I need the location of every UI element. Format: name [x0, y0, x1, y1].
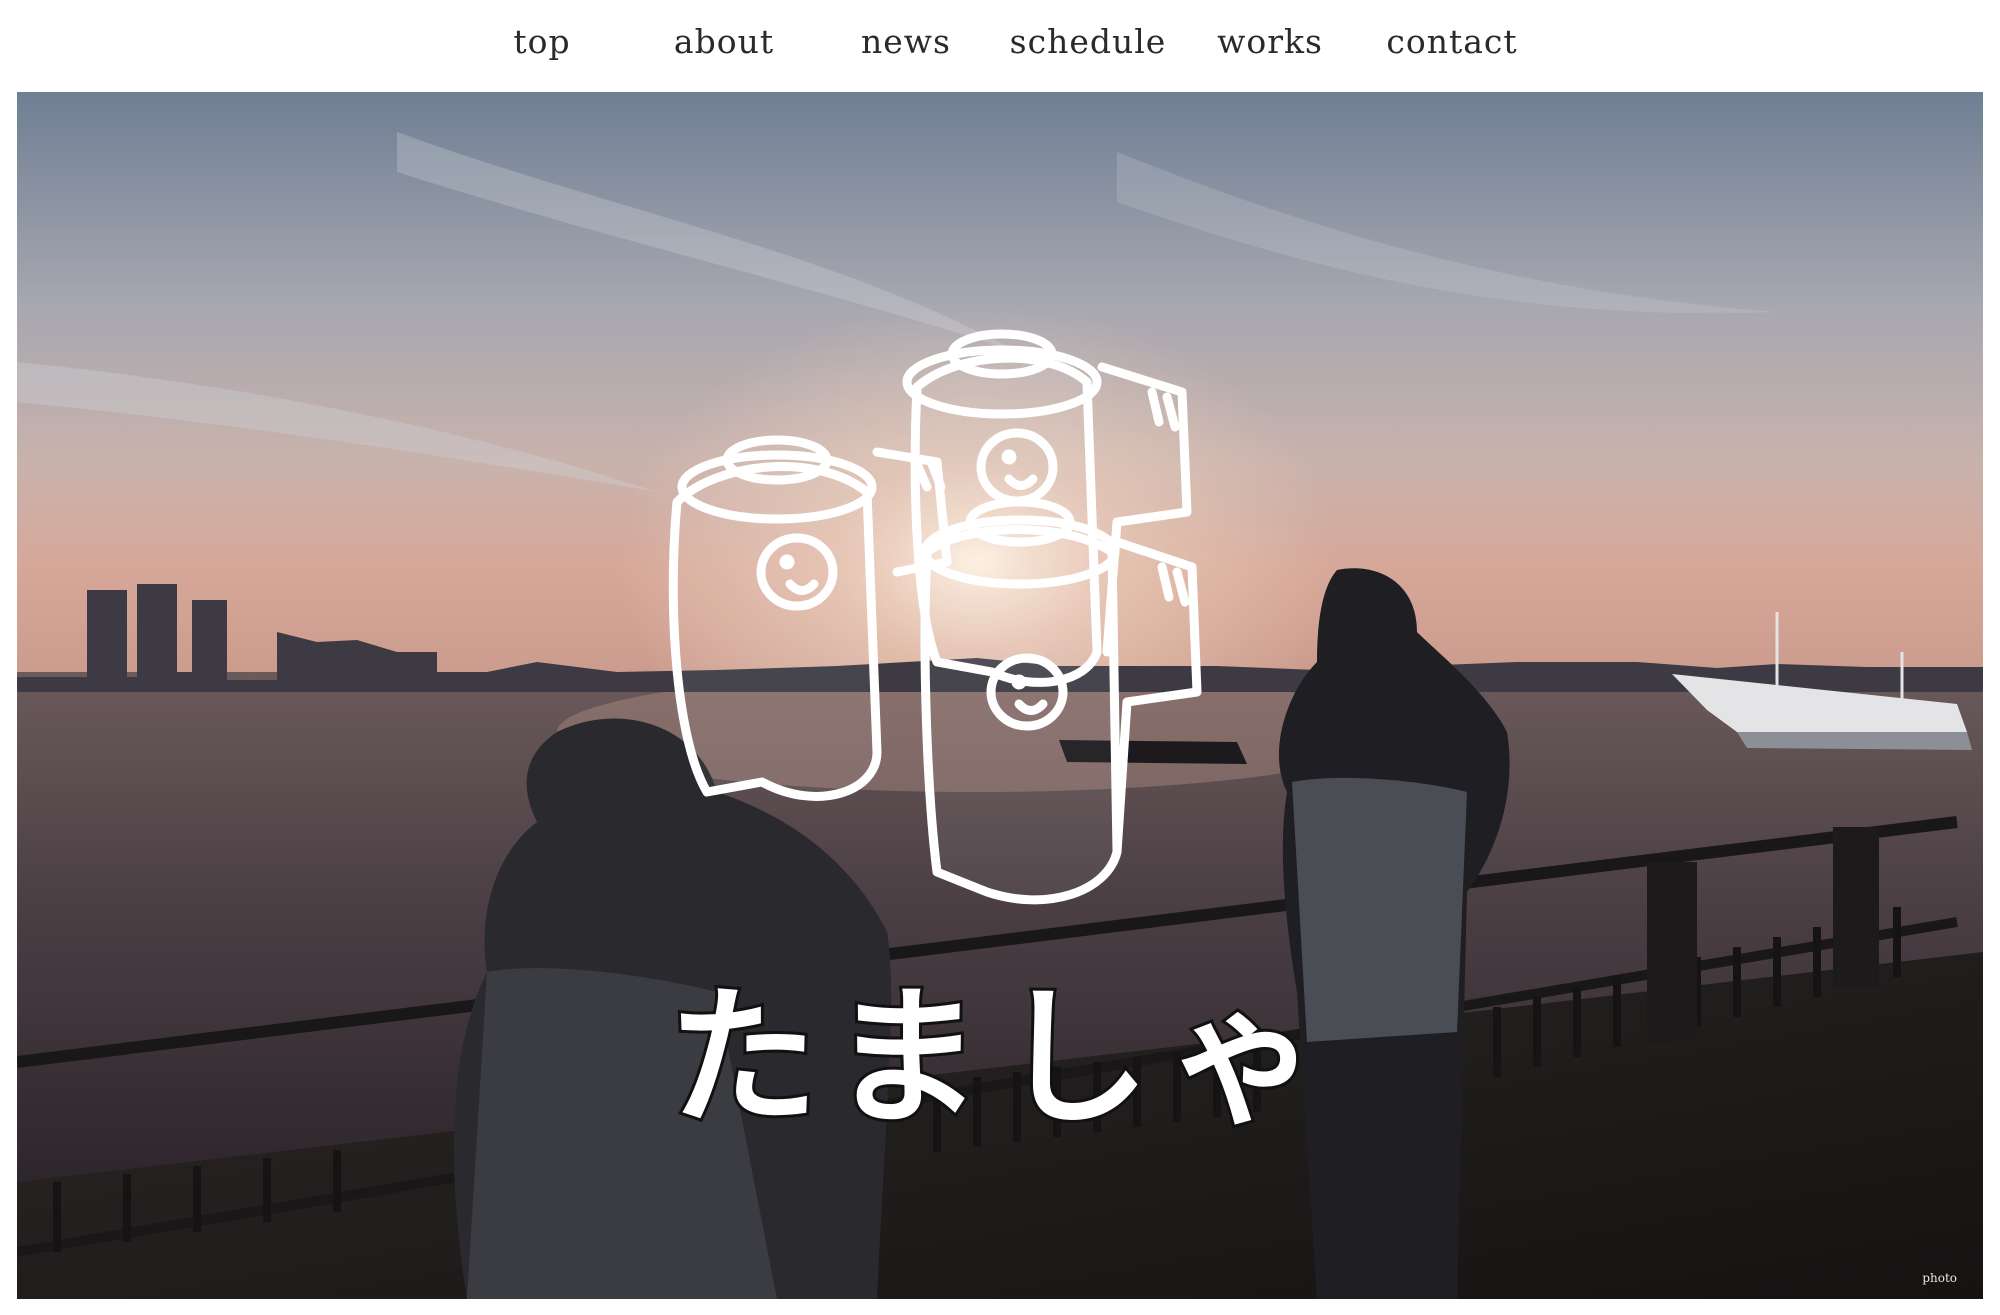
nav-item-contact[interactable]: contact [1362, 22, 1542, 61]
nav-item-about[interactable]: about [634, 22, 814, 61]
hero-photo: たましゃ photo [17, 92, 1983, 1299]
nav-item-works[interactable]: works [1180, 22, 1360, 61]
logo-text: たましゃ [665, 969, 1336, 1149]
nav-item-top[interactable]: top [452, 22, 632, 61]
photo-credit: photo [1922, 1271, 1957, 1285]
nav-item-news[interactable]: news [816, 22, 996, 61]
nav-item-schedule[interactable]: schedule [998, 22, 1178, 61]
top-navigation: top about news schedule works contact [0, 0, 2000, 92]
